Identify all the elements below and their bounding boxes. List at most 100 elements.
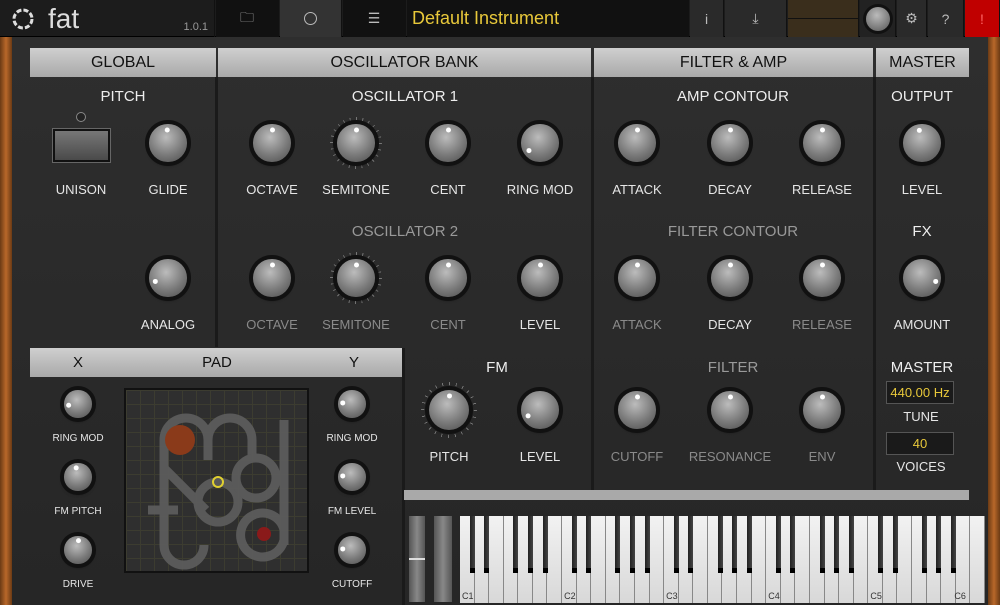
fx-amount-knob[interactable] (896, 252, 948, 304)
osc1-semitone-knob[interactable] (330, 117, 382, 169)
fm-pitch-knob[interactable] (421, 382, 477, 438)
x-fm-pitch-knob[interactable] (59, 458, 97, 496)
white-key[interactable] (970, 516, 985, 603)
white-key[interactable] (650, 516, 665, 603)
white-key[interactable] (956, 516, 971, 603)
fm-title: FM (486, 359, 508, 376)
white-key[interactable] (489, 516, 504, 603)
amp-release-knob[interactable] (796, 117, 848, 169)
preset-name[interactable]: Default Instrument (407, 0, 689, 37)
amp-attack-knob[interactable] (611, 117, 663, 169)
amp-decay-knob[interactable] (704, 117, 756, 169)
knob-body (903, 124, 940, 161)
knob-indicator (354, 262, 359, 267)
knob-indicator (446, 127, 451, 132)
knob-indicator (152, 278, 157, 283)
knob-indicator (270, 127, 275, 132)
alert-button[interactable]: ! (965, 0, 1000, 37)
knob-indicator (525, 413, 530, 418)
knob-indicator (73, 465, 78, 470)
osc2-level-knob[interactable] (514, 252, 566, 304)
pad-logo-graphic (126, 390, 307, 571)
white-key[interactable] (795, 516, 810, 603)
osc2-octave-label: OCTAVE (246, 317, 298, 332)
unison-button[interactable] (53, 129, 110, 162)
volume-knob[interactable] (860, 0, 896, 37)
osc1-cent-knob[interactable] (422, 117, 474, 169)
knob-indicator (446, 262, 451, 267)
fx-title: FX (912, 223, 931, 240)
clock-button[interactable] (280, 0, 342, 37)
osc2-semitone-knob[interactable] (330, 252, 382, 304)
analog-label: ANALOG (141, 317, 195, 332)
unison-label: UNISON (56, 182, 107, 197)
mod-wheel[interactable] (434, 516, 452, 602)
x-ring-mod-knob[interactable] (59, 385, 97, 423)
filter-decay-knob[interactable] (704, 252, 756, 304)
y-cutoff-knob[interactable] (333, 531, 371, 569)
analog-knob[interactable] (142, 252, 194, 304)
white-key[interactable] (548, 516, 563, 603)
voices-value[interactable]: 40 (886, 432, 954, 455)
divider (402, 348, 405, 605)
info-button[interactable]: i (690, 0, 724, 37)
pitch-wheel[interactable] (409, 516, 425, 602)
piano-keyboard[interactable]: C1C2C3C4C5C6 (460, 516, 985, 603)
knob-indicator (340, 546, 345, 551)
folder-button[interactable]: 🗀 (216, 0, 279, 37)
osc1-cent-label: CENT (430, 182, 465, 197)
filter-release-knob[interactable] (796, 252, 848, 304)
pad-dot-orange (165, 425, 195, 455)
white-key[interactable] (752, 516, 767, 603)
amp-attack-label: ATTACK (612, 182, 661, 197)
octave-label: C1 (462, 591, 474, 601)
x-drive-label: DRIVE (63, 579, 94, 590)
osc2-octave-knob[interactable] (246, 252, 298, 304)
help-button[interactable]: ? (928, 0, 964, 37)
toolbar: fat 1.0.1 🗀 ☰ Default Instrument i ⤓ ⚙ ?… (0, 0, 1000, 37)
keyboard-bar (404, 490, 969, 500)
tune-value[interactable]: 440.00 Hz (886, 381, 954, 404)
white-key[interactable] (591, 516, 606, 603)
fm-level-knob[interactable] (514, 384, 566, 436)
env-knob[interactable] (796, 384, 848, 436)
filter-attack-knob[interactable] (611, 252, 663, 304)
voices-label: VOICES (896, 459, 945, 474)
glide-label: GLIDE (148, 182, 187, 197)
osc2-cent-knob[interactable] (422, 252, 474, 304)
output-level-knob[interactable] (896, 117, 948, 169)
osc2-level-label: LEVEL (520, 317, 560, 332)
sliders-button[interactable]: ☰ (343, 0, 406, 37)
settings-button[interactable]: ⚙ (897, 0, 927, 37)
y-fm-level-label: FM LEVEL (328, 506, 376, 517)
octave-label: C6 (954, 591, 966, 601)
y-ring-mod-knob[interactable] (333, 385, 371, 423)
logo-icon (10, 6, 36, 32)
xy-pad[interactable] (124, 388, 309, 573)
sliders-icon: ☰ (368, 10, 381, 27)
y-fm-level-knob[interactable] (333, 458, 371, 496)
amp-contour-title: AMP CONTOUR (677, 88, 789, 105)
osc1-ring-mod-knob[interactable] (514, 117, 566, 169)
cutoff-knob[interactable] (611, 384, 663, 436)
osc1-octave-knob[interactable] (246, 117, 298, 169)
white-key[interactable] (854, 516, 869, 603)
x-drive-knob[interactable] (59, 531, 97, 569)
divider (591, 77, 594, 499)
amp-decay-label: DECAY (708, 182, 752, 197)
filter-release-label: RELEASE (792, 317, 852, 332)
knob-indicator (526, 148, 531, 153)
filter-decay-label: DECAY (708, 317, 752, 332)
pitch-title: PITCH (101, 88, 146, 105)
fm-pitch-label: PITCH (430, 449, 469, 464)
export-button[interactable]: ⤓ (725, 0, 787, 37)
resonance-knob[interactable] (704, 384, 756, 436)
divider (215, 77, 218, 347)
osc1-semitone-label: SEMITONE (322, 182, 390, 197)
glide-knob[interactable] (142, 117, 194, 169)
knob-indicator (728, 262, 733, 267)
white-key[interactable] (898, 516, 913, 603)
knob-indicator (635, 262, 640, 267)
white-key[interactable] (693, 516, 708, 603)
knob-indicator (635, 127, 640, 132)
